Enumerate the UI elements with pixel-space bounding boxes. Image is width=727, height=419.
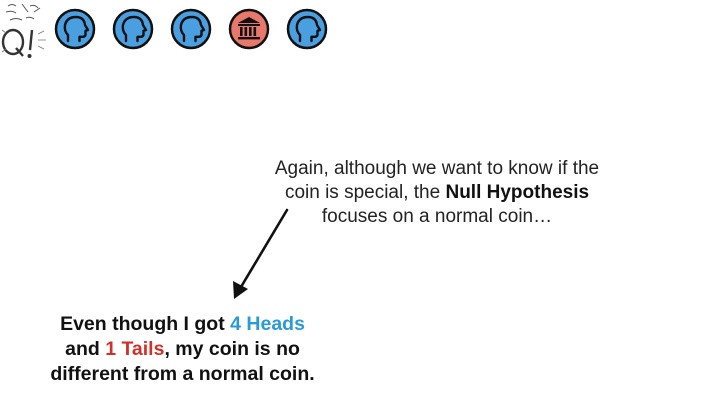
statement-post-text: , my coin is no [164, 338, 300, 360]
coin-heads-4 [286, 8, 328, 50]
coin-tails [228, 8, 270, 50]
head-profile-icon [112, 8, 154, 50]
statement-line-1: Even though I got 4 Heads [10, 312, 355, 337]
pointer-arrow [233, 208, 289, 299]
null-hypothesis-statement: Even though I got 4 Heads and 1 Tails, m… [10, 312, 355, 387]
null-hypothesis-term: Null Hypothesis [445, 182, 590, 203]
head-profile-icon [170, 8, 212, 50]
head-profile-icon [286, 8, 328, 50]
coin-heads-1 [54, 8, 96, 50]
statement-line-2: and 1 Tails, my coin is no [10, 337, 355, 362]
bank-building-icon [228, 8, 270, 50]
coin-heads-2 [112, 8, 154, 50]
statement-line-3: different from a normal coin. [50, 363, 315, 385]
tails-count: 1 Tails [105, 338, 165, 360]
head-profile-icon [54, 8, 96, 50]
statement-pre-text: Even though I got [60, 313, 231, 335]
statquest-logo [1, 3, 46, 58]
coin-heads-3 [170, 8, 212, 50]
heads-count: 4 Heads [230, 313, 305, 335]
statement-mid-text: and [65, 338, 106, 360]
annotation-line-1: Again, although we want to know if the [274, 158, 600, 179]
